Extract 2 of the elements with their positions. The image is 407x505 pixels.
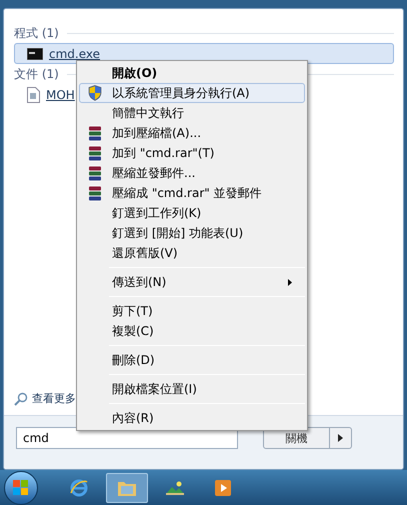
section-heading: 程式 (1)	[14, 25, 59, 42]
section-heading: 文件 (1)	[14, 66, 59, 83]
